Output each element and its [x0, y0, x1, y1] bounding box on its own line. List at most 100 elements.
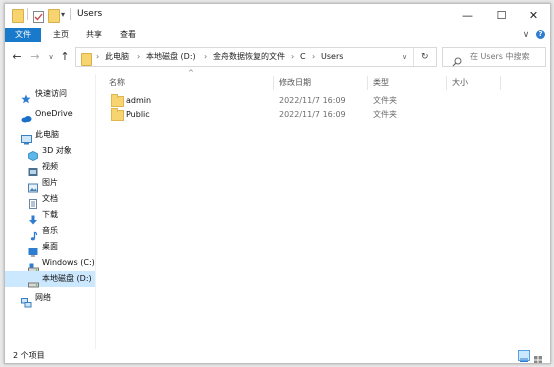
folder-icon	[81, 51, 92, 70]
chevron-right-icon[interactable]: ›	[312, 48, 315, 66]
divider	[95, 74, 96, 349]
large-icons-view-icon[interactable]	[533, 350, 545, 363]
video-icon	[28, 162, 38, 176]
tab-file[interactable]: 文件	[5, 28, 41, 42]
sidebar-item-label: Windows (C:)	[42, 258, 95, 267]
forward-button[interactable]: →	[29, 51, 41, 63]
sidebar-item-label: 本地磁盘 (D:)	[42, 274, 92, 283]
breadcrumb-c[interactable]: C	[300, 48, 306, 66]
file-name[interactable]: Public	[126, 107, 150, 123]
navigation-bar: ← → ∨ ↑ › 此电脑 › 本地磁盘 (D:) › 金舟数据恢复的文件 › …	[5, 42, 550, 74]
search-box[interactable]: 在 Users 中搜索	[442, 47, 546, 67]
tab-view[interactable]: 查看	[120, 28, 136, 42]
sidebar-item-label: 快速访问	[35, 89, 67, 98]
sidebar-item-3d-objects[interactable]: 3D 对象	[5, 143, 95, 161]
column-header-name[interactable]: 名称	[109, 76, 125, 90]
column-header-type[interactable]: 类型	[373, 76, 389, 90]
file-type: 文件夹	[373, 110, 397, 119]
cloud-icon	[21, 109, 32, 123]
divider	[70, 8, 71, 20]
recent-locations-button[interactable]: ∨	[45, 51, 57, 63]
document-icon	[28, 194, 38, 209]
refresh-icon[interactable]: ↻	[421, 48, 429, 66]
computer-icon	[21, 130, 32, 145]
close-button[interactable]: ✕	[517, 4, 550, 28]
status-bar: 2 个项目	[5, 349, 550, 363]
chevron-right-icon[interactable]: ›	[137, 48, 140, 66]
sidebar-item-label: 视频	[42, 162, 58, 171]
divider	[413, 48, 414, 66]
help-icon[interactable]: ?	[536, 30, 545, 39]
image-icon	[28, 178, 38, 193]
music-icon	[28, 226, 38, 241]
table-row[interactable]: Public 2022/11/7 16:09 文件夹	[105, 107, 545, 123]
sidebar-item-this-pc[interactable]: 此电脑	[5, 127, 95, 145]
sidebar-item-label: 3D 对象	[42, 146, 72, 155]
tab-home[interactable]: 主页	[53, 28, 69, 42]
chevron-right-icon[interactable]: ›	[204, 48, 207, 66]
chevron-right-icon[interactable]: ›	[291, 48, 294, 66]
network-icon	[21, 293, 32, 308]
search-icon	[452, 52, 462, 71]
sidebar-item-label: 图片	[42, 178, 58, 187]
column-divider[interactable]	[273, 76, 274, 90]
sidebar-item-videos[interactable]: 视频	[5, 159, 95, 176]
star-icon	[21, 89, 31, 104]
back-button[interactable]: ←	[11, 51, 23, 63]
sidebar-item-music[interactable]: 音乐	[5, 223, 95, 241]
sidebar-item-onedrive[interactable]: OneDrive	[5, 106, 95, 123]
breadcrumb-this-pc[interactable]: 此电脑	[105, 48, 129, 66]
folder-icon	[111, 108, 124, 121]
column-header-size[interactable]: 大小	[452, 76, 468, 90]
sidebar-item-windows-c[interactable]: Windows (C:)	[5, 255, 95, 273]
new-folder-icon[interactable]	[48, 8, 60, 23]
sidebar-item-label: 网络	[35, 293, 51, 302]
column-header-date[interactable]: 修改日期	[279, 76, 311, 90]
desktop-icon	[28, 242, 38, 257]
details-view-icon[interactable]	[518, 350, 530, 362]
customize-qat-icon[interactable]: ▾	[61, 8, 65, 22]
sidebar-item-label: OneDrive	[35, 109, 73, 118]
breadcrumb-users[interactable]: Users	[321, 48, 343, 66]
sidebar-item-network[interactable]: 网络	[5, 290, 95, 308]
explorer-window: ▾ Users — ☐ ✕ 文件 主页 共享 查看 ∨ ? ← → ∨ ↑ › …	[4, 3, 551, 364]
tab-share[interactable]: 共享	[86, 28, 102, 42]
navigation-pane: 快速访问 OneDrive 此电脑 3D 对象 视频 图片 文档 下载 音乐 桌…	[5, 74, 95, 349]
folder-icon	[111, 94, 124, 107]
maximize-button[interactable]: ☐	[485, 4, 518, 28]
up-button[interactable]: ↑	[59, 51, 71, 63]
sidebar-item-label: 文档	[42, 194, 58, 203]
sidebar-item-label: 下载	[42, 210, 58, 219]
sort-ascending-icon: ^	[188, 69, 194, 77]
sidebar-item-pictures[interactable]: 图片	[5, 175, 95, 193]
sidebar-item-label: 此电脑	[35, 130, 59, 139]
title-bar: ▾ Users — ☐ ✕	[5, 4, 550, 28]
download-icon	[28, 210, 38, 225]
divider	[27, 8, 28, 20]
cube-icon	[28, 146, 38, 161]
minimize-button[interactable]: —	[451, 4, 484, 28]
expand-ribbon-icon[interactable]: ∨	[520, 28, 532, 42]
sidebar-item-quick-access[interactable]: 快速访问	[5, 86, 95, 104]
window-title: Users	[77, 9, 103, 19]
file-modified: 2022/11/7 16:09	[279, 110, 346, 119]
drive-icon	[28, 274, 39, 288]
item-count: 2 个项目	[13, 351, 45, 360]
sidebar-item-downloads[interactable]: 下载	[5, 207, 95, 225]
column-divider[interactable]	[367, 76, 368, 90]
folder-icon	[12, 8, 24, 23]
sidebar-item-desktop[interactable]: 桌面	[5, 239, 95, 257]
breadcrumb-drive-d[interactable]: 本地磁盘 (D:)	[146, 48, 196, 66]
sidebar-item-label: 音乐	[42, 226, 58, 235]
column-divider[interactable]	[446, 76, 447, 90]
history-dropdown-icon[interactable]: ∨	[402, 48, 407, 66]
breadcrumb-recovered-files[interactable]: 金舟数据恢复的文件	[213, 48, 285, 66]
sidebar-item-local-disk-d[interactable]: 本地磁盘 (D:)	[5, 271, 95, 288]
properties-icon[interactable]	[33, 8, 44, 23]
ribbon-tabs: 文件 主页 共享 查看 ∨ ?	[5, 28, 550, 42]
search-input[interactable]: 在 Users 中搜索	[470, 48, 530, 66]
address-bar[interactable]: › 此电脑 › 本地磁盘 (D:) › 金舟数据恢复的文件 › C › User…	[75, 47, 437, 67]
sidebar-item-documents[interactable]: 文档	[5, 191, 95, 209]
chevron-right-icon[interactable]: ›	[96, 48, 99, 66]
column-divider[interactable]	[500, 76, 501, 90]
